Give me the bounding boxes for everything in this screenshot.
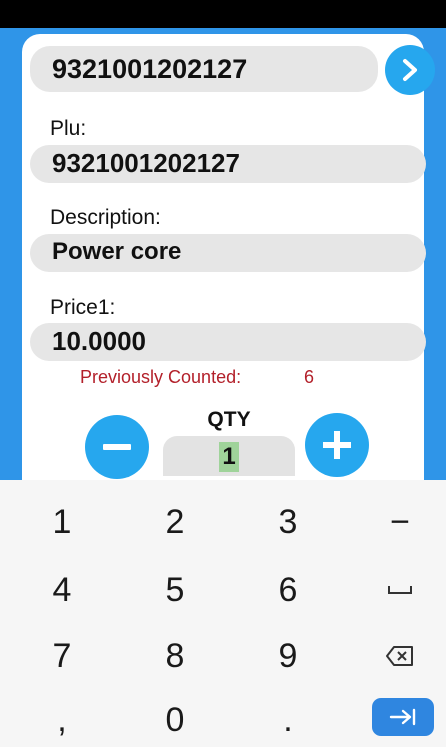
key-6[interactable]: 6 — [238, 562, 338, 618]
key-backspace[interactable] — [350, 628, 446, 684]
key-5[interactable]: 5 — [125, 562, 225, 618]
barcode-input[interactable]: 9321001202127 — [30, 46, 378, 92]
plu-label: Plu: — [50, 117, 87, 140]
qty-input[interactable]: 1 — [163, 436, 295, 476]
key-space[interactable] — [350, 562, 446, 618]
backspace-icon — [386, 646, 413, 666]
go-button[interactable] — [385, 45, 435, 95]
next-key[interactable] — [372, 698, 434, 736]
plu-field[interactable]: 9321001202127 — [30, 145, 426, 183]
tab-next-icon — [389, 708, 416, 726]
minus-icon — [103, 444, 131, 450]
description-field[interactable]: Power core — [30, 234, 426, 272]
chevron-right-icon — [403, 59, 417, 81]
price-label: Price1: — [50, 296, 116, 319]
space-icon — [388, 586, 412, 594]
numeric-keyboard: 1 2 3 − 4 5 6 7 8 9 , 0 . — [0, 480, 446, 747]
key-minus[interactable]: − — [350, 494, 446, 550]
key-7[interactable]: 7 — [12, 628, 112, 684]
key-period[interactable]: . — [238, 692, 338, 747]
key-comma[interactable]: , — [12, 692, 112, 747]
qty-label: QTY — [207, 408, 251, 431]
key-1[interactable]: 1 — [12, 494, 112, 550]
key-2[interactable]: 2 — [125, 494, 225, 550]
qty-value: 1 — [219, 442, 239, 472]
key-0[interactable]: 0 — [125, 692, 225, 747]
status-bar — [0, 0, 446, 28]
key-9[interactable]: 9 — [238, 628, 338, 684]
plus-icon — [323, 431, 351, 459]
previously-counted-label: Previously Counted: — [80, 367, 242, 387]
previously-counted-value: 6 — [304, 367, 315, 387]
key-3[interactable]: 3 — [238, 494, 338, 550]
decrease-qty-button[interactable] — [85, 415, 149, 479]
increase-qty-button[interactable] — [305, 413, 369, 477]
description-label: Description: — [50, 206, 161, 229]
key-8[interactable]: 8 — [125, 628, 225, 684]
price-field[interactable]: 10.0000 — [30, 323, 426, 361]
key-4[interactable]: 4 — [12, 562, 112, 618]
